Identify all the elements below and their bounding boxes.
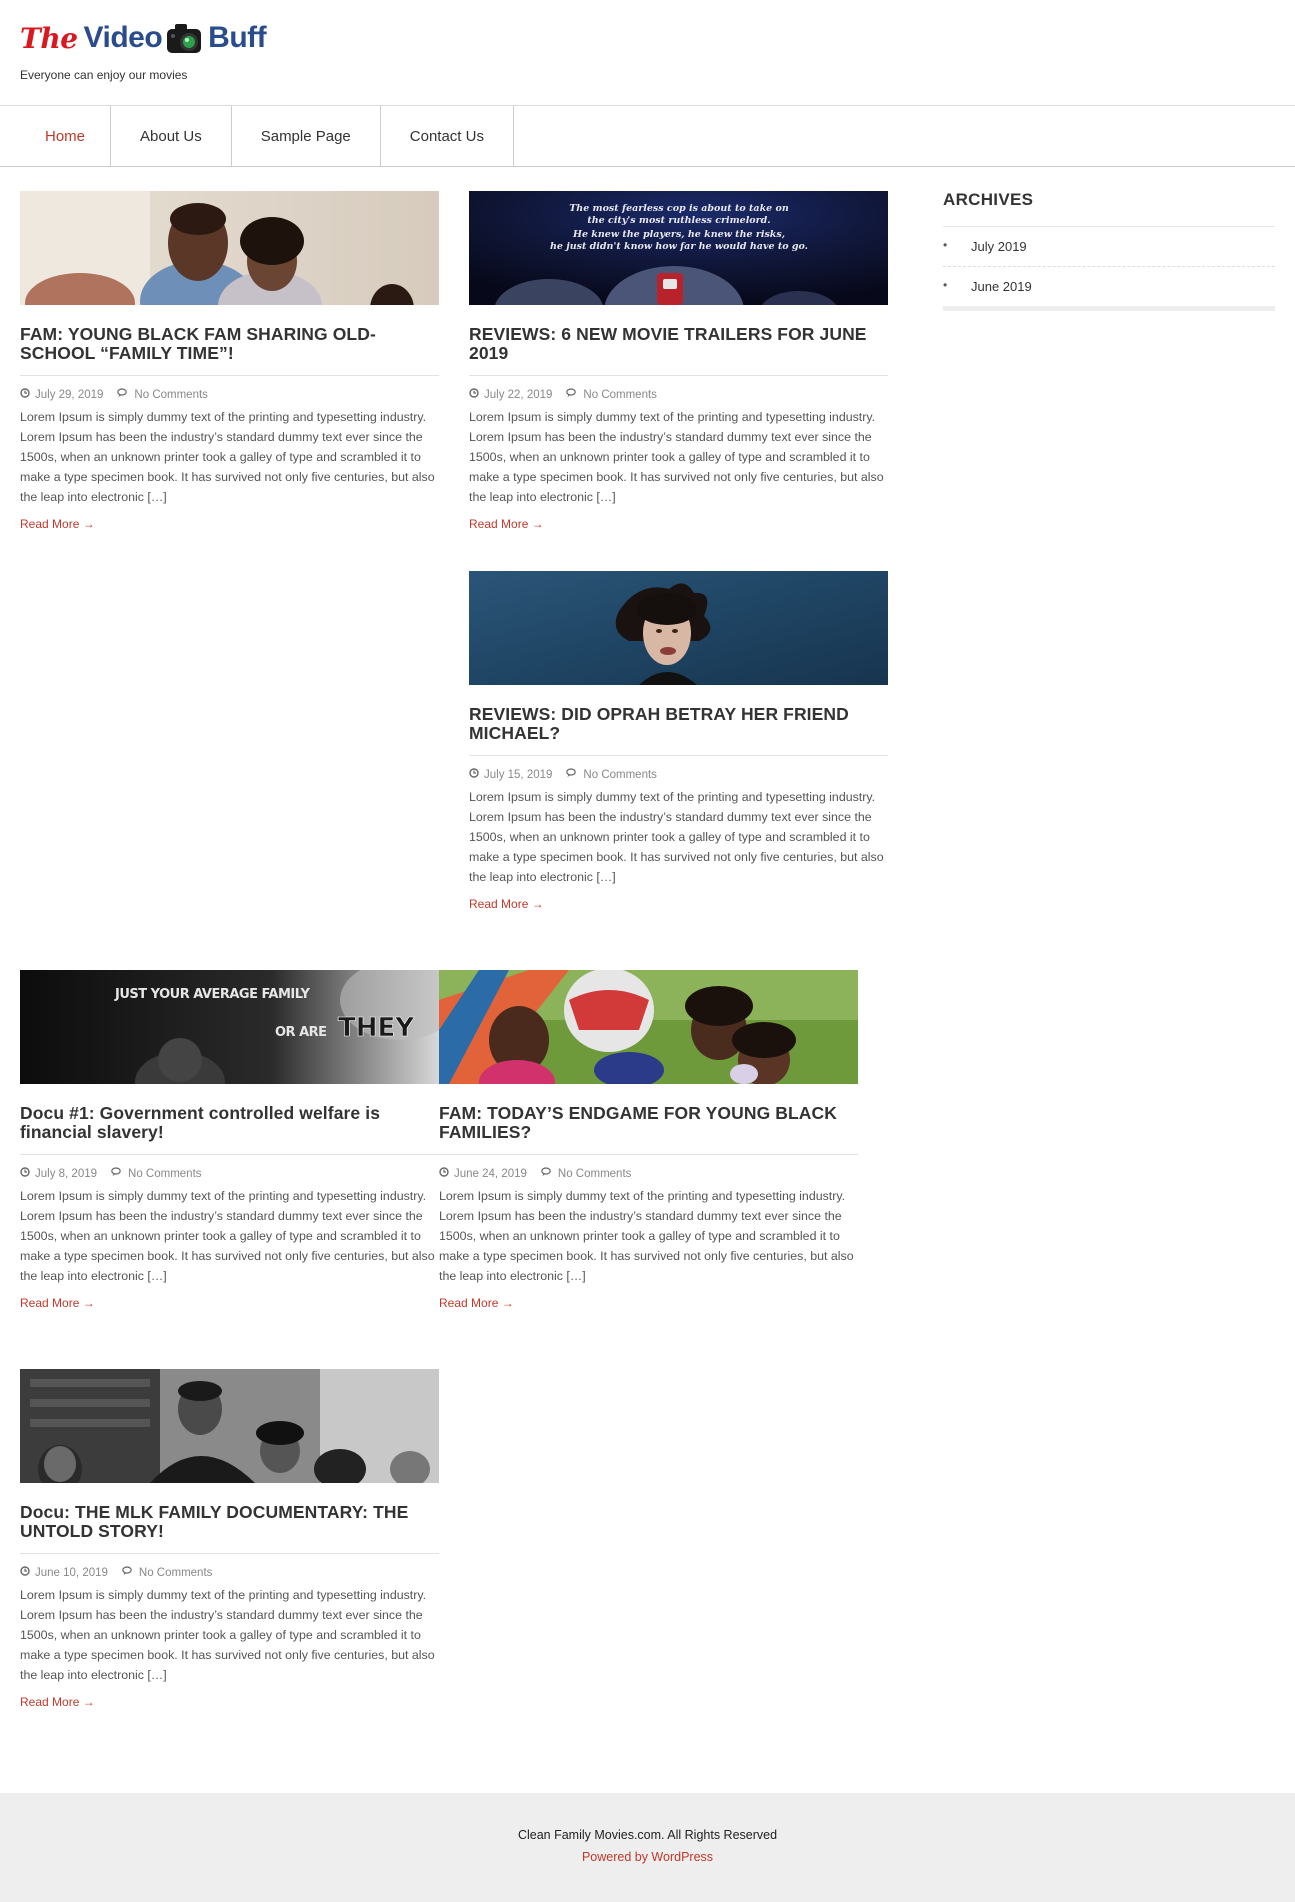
post-excerpt: Lorem Ipsum is simply dummy text of the … xyxy=(469,410,884,504)
thumb-text-line: JUST YOUR AVERAGE FAMILY xyxy=(114,987,310,1002)
logo-buff: Buff xyxy=(208,21,267,54)
post-title[interactable]: FAM: YOUNG BLACK FAM SHARING OLD-SCHOOL … xyxy=(20,325,439,376)
comments-count: No Comments xyxy=(583,768,657,781)
site-logo[interactable]: The Video Buff xyxy=(20,18,267,58)
thumb-text-line: He knew the players, he knew the risks, xyxy=(572,229,785,240)
read-more-link[interactable]: Read More → xyxy=(439,1296,514,1310)
post-excerpt: Lorem Ipsum is simply dummy text of the … xyxy=(439,1189,854,1283)
post-title[interactable]: REVIEWS: 6 NEW MOVIE TRAILERS FOR JUNE 2… xyxy=(469,325,888,376)
site-footer: Clean Family Movies.com. All Rights Rese… xyxy=(0,1793,1295,1902)
site-header: The Video Buff Everyone can enjoy our mo… xyxy=(0,0,1295,106)
nav-sample-page[interactable]: Sample Page xyxy=(232,106,381,167)
post-meta: July 15, 2019 No Comments xyxy=(469,768,888,781)
comments-icon xyxy=(117,388,129,401)
post-title[interactable]: FAM: TODAY’S ENDGAME FOR YOUNG BLACK FAM… xyxy=(439,1104,858,1155)
comments-count: No Comments xyxy=(138,1566,213,1579)
post-date[interactable]: July 15, 2019 xyxy=(484,769,552,781)
thumb-text-line: OR ARE xyxy=(275,1025,327,1040)
post-meta: July 22, 2019 No Comments xyxy=(469,388,888,401)
post-thumbnail[interactable] xyxy=(439,970,858,1084)
comments-icon xyxy=(566,388,578,401)
thumb-text-line: the city's most ruthless crimelord. xyxy=(587,215,770,226)
clock-icon xyxy=(20,1167,30,1180)
main-navigation: Home About Us Sample Page Contact Us xyxy=(0,106,1295,167)
post-title[interactable]: REVIEWS: DID OPRAH BETRAY HER FRIEND MIC… xyxy=(469,705,888,756)
powered-by-link[interactable]: Powered by WordPress xyxy=(0,1850,1295,1864)
post-meta: June 10, 2019 No Comments xyxy=(20,1566,439,1579)
post-meta: July 29, 2019 No Comments xyxy=(20,388,439,401)
read-more-link[interactable]: Read More → xyxy=(20,517,95,531)
post-comments[interactable]: No Comments xyxy=(566,768,657,781)
logo-video: Video xyxy=(83,21,163,54)
post-thumbnail[interactable] xyxy=(20,191,439,305)
post-excerpt: Lorem Ipsum is simply dummy text of the … xyxy=(20,1588,435,1682)
post-excerpt: Lorem Ipsum is simply dummy text of the … xyxy=(469,790,884,884)
archive-item[interactable]: July 2019 xyxy=(943,227,1275,267)
post-meta: June 24, 2019 No Comments xyxy=(439,1167,858,1180)
logo-the: The xyxy=(20,21,78,55)
post-card: Docu: THE MLK FAMILY DOCUMENTARY: THE UN… xyxy=(20,1369,439,1711)
post-card: FAM: TODAY’S ENDGAME FOR YOUNG BLACK FAM… xyxy=(439,970,858,1312)
nav-about-us[interactable]: About Us xyxy=(111,106,232,167)
post-meta: July 8, 2019 No Comments xyxy=(20,1167,439,1180)
post-card: JUST YOUR AVERAGE FAMILY OR ARE THEY Doc… xyxy=(20,970,439,1312)
comments-icon xyxy=(111,1167,123,1180)
post-excerpt: Lorem Ipsum is simply dummy text of the … xyxy=(20,410,435,504)
site-tagline: Everyone can enjoy our movies xyxy=(20,68,188,82)
archive-item[interactable]: June 2019 xyxy=(943,267,1275,306)
post-comments[interactable]: No Comments xyxy=(541,1167,632,1180)
clock-icon xyxy=(439,1167,449,1180)
clock-icon xyxy=(469,388,479,401)
read-more-link[interactable]: Read More → xyxy=(20,1695,95,1709)
comments-icon xyxy=(566,768,578,781)
nav-home[interactable]: Home xyxy=(0,106,112,167)
post-thumbnail[interactable] xyxy=(20,1369,439,1483)
clock-icon xyxy=(20,388,30,401)
read-more-link[interactable]: Read More → xyxy=(469,517,544,531)
comments-count: No Comments xyxy=(134,388,208,401)
post-comments[interactable]: No Comments xyxy=(566,388,657,401)
post-date[interactable]: July 22, 2019 xyxy=(484,389,552,401)
camera-icon xyxy=(165,20,205,56)
sidebar: ARCHIVES July 2019 June 2019 xyxy=(943,190,1275,311)
post-date[interactable]: June 10, 2019 xyxy=(35,1567,108,1579)
post-excerpt: Lorem Ipsum is simply dummy text of the … xyxy=(20,1189,435,1283)
post-card: FAM: YOUNG BLACK FAM SHARING OLD-SCHOOL … xyxy=(20,191,439,533)
clock-icon xyxy=(20,1566,30,1579)
nav-contact-us[interactable]: Contact Us xyxy=(381,106,514,167)
read-more-link[interactable]: Read More → xyxy=(20,1296,95,1310)
comments-icon xyxy=(541,1167,553,1180)
post-comments[interactable]: No Comments xyxy=(117,388,208,401)
post-thumbnail[interactable] xyxy=(469,571,888,685)
thumb-text-line: he just didn't know how far he would hav… xyxy=(550,241,808,252)
archives-title: ARCHIVES xyxy=(943,190,1275,227)
post-date[interactable]: July 29, 2019 xyxy=(35,389,103,401)
comments-count: No Comments xyxy=(128,1167,202,1180)
post-thumbnail[interactable]: JUST YOUR AVERAGE FAMILY OR ARE THEY xyxy=(20,970,439,1084)
post-title[interactable]: Docu: THE MLK FAMILY DOCUMENTARY: THE UN… xyxy=(20,1503,439,1554)
comments-count: No Comments xyxy=(557,1167,632,1180)
post-title[interactable]: Docu #1: Government controlled welfare i… xyxy=(20,1104,439,1155)
post-thumbnail[interactable]: The most fearless cop is about to take o… xyxy=(469,191,888,305)
read-more-link[interactable]: Read More → xyxy=(469,897,544,911)
post-comments[interactable]: No Comments xyxy=(122,1566,213,1579)
clock-icon xyxy=(469,768,479,781)
thumb-text-line: The most fearless cop is about to take o… xyxy=(569,203,789,214)
post-date[interactable]: June 24, 2019 xyxy=(454,1168,527,1180)
comments-count: No Comments xyxy=(583,388,657,401)
archives-list: July 2019 June 2019 xyxy=(943,227,1275,311)
post-date[interactable]: July 8, 2019 xyxy=(35,1168,97,1180)
post-card: REVIEWS: DID OPRAH BETRAY HER FRIEND MIC… xyxy=(469,571,888,913)
post-card: The most fearless cop is about to take o… xyxy=(469,191,888,533)
post-comments[interactable]: No Comments xyxy=(111,1167,202,1180)
footer-copyright: Clean Family Movies.com. All Rights Rese… xyxy=(517,1828,778,1842)
thumb-text-line: THEY xyxy=(338,1013,415,1043)
comments-icon xyxy=(122,1566,134,1579)
